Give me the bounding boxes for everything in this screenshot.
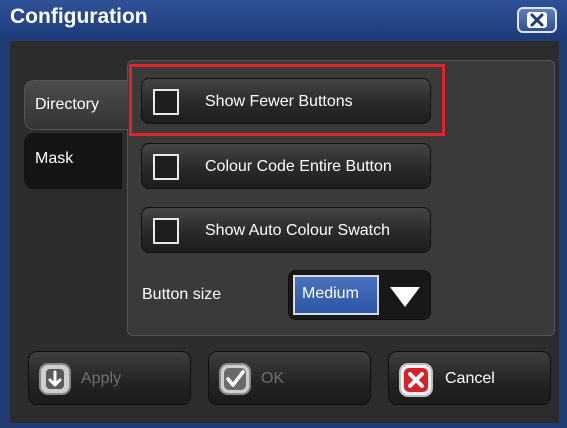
apply-button[interactable]: Apply: [28, 351, 191, 405]
close-icon: [527, 12, 547, 28]
apply-label: Apply: [81, 370, 122, 387]
button-size-label: Button size: [142, 286, 222, 303]
show-auto-colour-swatch-checkbox[interactable]: [153, 218, 179, 244]
colour-code-entire-button-toggle[interactable]: Colour Code Entire Button: [141, 143, 431, 189]
colour-code-entire-button-label: Colour Code Entire Button: [205, 158, 392, 175]
dialog-title: Configuration: [10, 5, 148, 28]
button-size-dropdown[interactable]: Medium: [288, 270, 431, 320]
cancel-icon: [399, 363, 433, 397]
show-auto-colour-swatch-label: Show Auto Colour Swatch: [205, 222, 390, 239]
button-size-value: Medium: [293, 275, 379, 315]
ok-label: OK: [261, 370, 285, 387]
apply-icon: [39, 363, 71, 395]
title-bar[interactable]: Configuration: [0, 0, 567, 38]
tab-directory[interactable]: Directory: [24, 80, 128, 130]
cancel-button[interactable]: Cancel: [388, 351, 551, 405]
tab-mask-label: Mask: [35, 150, 74, 167]
show-auto-colour-swatch-toggle[interactable]: Show Auto Colour Swatch: [141, 207, 431, 253]
close-button[interactable]: [517, 7, 557, 33]
highlight-frame: [129, 64, 445, 136]
tab-mask[interactable]: Mask: [24, 133, 122, 189]
configuration-dialog: Configuration Directory Mask Show Fewer …: [0, 0, 567, 428]
colour-code-entire-button-checkbox[interactable]: [153, 154, 179, 180]
checkmark-icon: [219, 363, 251, 395]
cancel-label: Cancel: [445, 370, 495, 387]
tab-directory-label: Directory: [35, 96, 100, 113]
dropdown-arrow-icon[interactable]: [388, 285, 422, 309]
ok-button[interactable]: OK: [208, 351, 371, 405]
